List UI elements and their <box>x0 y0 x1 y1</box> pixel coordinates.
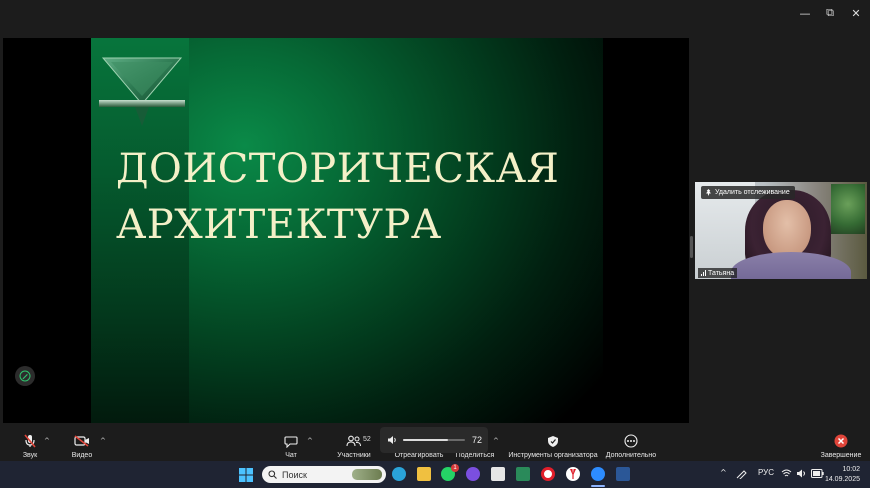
volume-slider[interactable] <box>403 439 465 441</box>
yandex-browser-icon[interactable] <box>566 467 580 481</box>
remove-spotlight-button[interactable]: Удалить отслеживание <box>701 186 795 199</box>
video-label: Видео <box>71 452 93 459</box>
slide-title-line-2: АРХИТЕКТУРА <box>116 202 442 248</box>
title-bar: — ⧉ ✕ <box>0 0 870 26</box>
more-label: Дополнительно <box>605 452 657 459</box>
zoom-icon[interactable] <box>591 467 605 481</box>
video-button[interactable]: Видео <box>70 427 94 461</box>
chat-icon <box>284 435 298 448</box>
windows-taskbar: Поиск 1 ^ РУС 10:02 14.09.2025 <box>0 461 870 488</box>
volume-value: 72 <box>472 435 483 445</box>
search-placeholder: Поиск <box>282 469 307 480</box>
participant-name-tag: Татьяна <box>698 268 738 278</box>
participant-name: Татьяна <box>708 269 735 277</box>
restore-button[interactable]: ⧉ <box>819 4 841 22</box>
search-highlight-image <box>352 469 382 480</box>
taskbar-search[interactable]: Поиск <box>262 466 386 483</box>
close-button[interactable]: ✕ <box>845 4 867 22</box>
shield-icon <box>548 435 558 447</box>
viber-icon[interactable] <box>466 467 480 481</box>
zoom-active-indicator <box>591 485 605 487</box>
minimize-button[interactable]: — <box>794 4 816 22</box>
slide-title-line-1: ДОИСТОРИЧЕСКАЯ <box>116 146 560 192</box>
yandex-letter-icon <box>570 469 576 479</box>
host-tools-button[interactable]: Инструменты организатора <box>508 427 598 461</box>
volume-slider-fill <box>403 439 448 441</box>
participants-button[interactable]: Участники <box>335 427 373 461</box>
windows-start-icon[interactable] <box>239 468 253 482</box>
panel-resize-handle[interactable] <box>690 236 693 258</box>
chat-button[interactable]: Чат <box>282 427 300 461</box>
microphone-muted-icon <box>24 434 36 448</box>
volume-popup: 72 <box>380 427 488 453</box>
restore-icon: ⧉ <box>826 6 834 19</box>
more-button[interactable]: Дополнительно <box>604 427 658 461</box>
camera-off-icon <box>74 435 89 447</box>
language-indicator[interactable]: РУС <box>758 468 774 477</box>
end-meeting-label: Завершение <box>820 452 862 459</box>
clock-date: 14.09.2025 <box>824 476 860 483</box>
participants-icon <box>346 435 361 447</box>
speaker-icon <box>388 436 396 444</box>
audio-options-chevron-icon[interactable]: ^ <box>44 437 50 445</box>
tray-overflow-chevron-icon[interactable]: ^ <box>720 468 727 477</box>
video-options-chevron-icon[interactable]: ^ <box>100 437 106 445</box>
share-label: Поделиться <box>455 452 495 459</box>
search-icon <box>268 470 277 479</box>
chat-options-chevron-icon[interactable]: ^ <box>307 437 313 445</box>
taskbar-clock[interactable]: 10:02 14.09.2025 <box>825 465 860 485</box>
audio-button[interactable]: Звук <box>18 427 42 461</box>
signal-bars-icon <box>701 270 706 276</box>
volume-tray-icon[interactable] <box>796 469 807 478</box>
annotate-button[interactable] <box>15 366 35 386</box>
telegram-icon[interactable] <box>392 467 406 481</box>
slide-logo <box>99 57 185 126</box>
pen-icon <box>19 370 31 382</box>
document-app-icon[interactable] <box>491 467 505 481</box>
host-tools-label: Инструменты организатора <box>508 452 598 459</box>
file-explorer-icon[interactable] <box>417 467 431 481</box>
end-call-icon <box>834 434 848 448</box>
participants-label: Участники <box>337 452 371 459</box>
zoom-meeting-window: — ⧉ ✕ ДОИСТОРИЧЕСКАЯ АРХИТЕКТУРА Удалить… <box>0 0 870 488</box>
pin-icon <box>705 189 712 196</box>
audio-label: Звук <box>22 452 38 459</box>
more-dots-icon <box>624 434 638 448</box>
chat-label: Чат <box>285 452 297 459</box>
minimize-icon: — <box>799 6 811 20</box>
end-meeting-button[interactable]: Завершение <box>820 427 862 461</box>
notification-badge: 1 <box>451 464 459 472</box>
share-options-chevron-icon[interactable]: ^ <box>493 437 499 445</box>
clock-time: 10:02 <box>842 466 860 473</box>
slide-title: ДОИСТОРИЧЕСКАЯ АРХИТЕКТУРА <box>116 141 596 253</box>
remove-spotlight-label: Удалить отслеживание <box>715 189 790 196</box>
participants-count: 52 <box>363 436 371 443</box>
shared-screen[interactable]: ДОИСТОРИЧЕСКАЯ АРХИТЕКТУРА <box>3 38 689 423</box>
wifi-icon[interactable] <box>781 469 792 478</box>
react-label: Отреагировать <box>394 452 444 459</box>
video-plant <box>831 184 865 234</box>
opera-icon[interactable] <box>541 467 555 481</box>
pen-tray-icon[interactable] <box>736 469 748 479</box>
close-icon: ✕ <box>851 6 861 20</box>
video-person-face <box>763 200 811 258</box>
monitor-app-icon[interactable] <box>516 467 530 481</box>
word-icon[interactable] <box>616 467 630 481</box>
battery-icon[interactable] <box>811 469 824 478</box>
